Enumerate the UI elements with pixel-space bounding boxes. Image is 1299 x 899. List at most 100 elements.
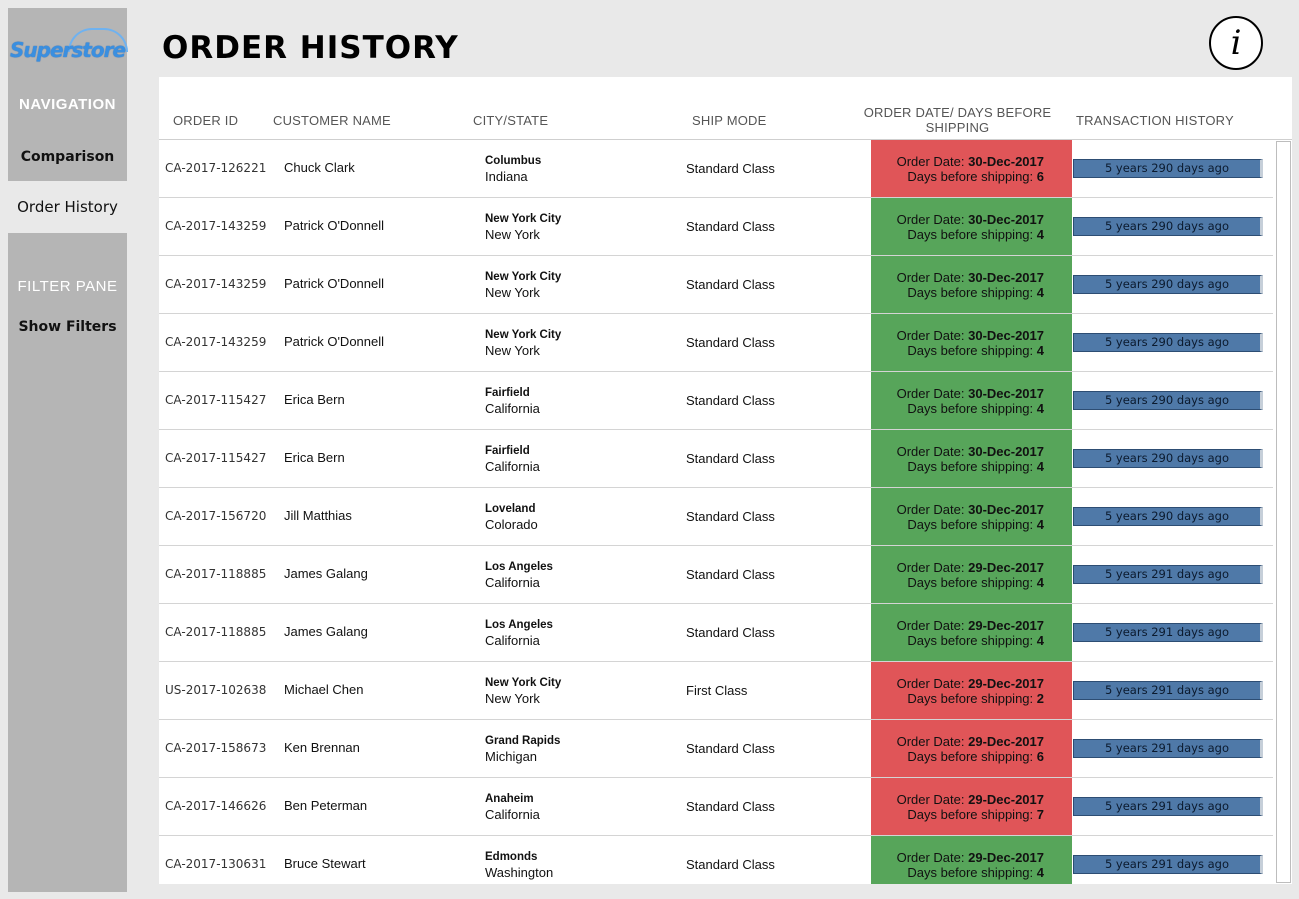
city-text: Anaheim [485,793,534,805]
city-state-cell: Edmonds Washington [485,850,553,880]
ship-mode-cell: Standard Class [686,509,775,524]
city-state-cell: Anaheim California [485,792,540,822]
customer-name-cell: Erica Bern [284,450,345,465]
ship-mode-cell: Standard Class [686,161,775,176]
days-before-shipping-label: Days before shipping: [907,459,1037,474]
order-id-cell: CA-2017-115427 [165,393,267,407]
transaction-history-bar[interactable]: 5 years 290 days ago [1073,507,1263,526]
order-id-cell: CA-2017-158673 [165,741,267,755]
days-before-shipping-value: 2 [1036,691,1044,706]
transaction-history-bar[interactable]: 5 years 290 days ago [1073,449,1263,468]
order-date-value: 30-Dec-2017 [968,270,1044,285]
table-row[interactable]: CA-2017-130631 Bruce Stewart Edmonds Washin… [159,836,1273,884]
table-row[interactable]: CA-2017-115427 Erica Bern Fairfield Califor… [159,430,1273,488]
table-row[interactable]: CA-2017-146626 Ben Peterman Anaheim Califor… [159,778,1273,836]
order-date-line: Order Date: 30-Dec-2017 [871,270,1044,285]
days-before-shipping-label: Days before shipping: [907,517,1037,532]
table-row[interactable]: CA-2017-158673 Ken Brennan Grand Rapids Mic… [159,720,1273,778]
state-text: California [485,575,540,590]
order-date-line: Order Date: 29-Dec-2017 [871,792,1044,807]
order-date-value: 30-Dec-2017 [968,444,1044,459]
column-header-customer-name: CUSTOMER NAME [273,113,391,128]
city-text: Fairfield [485,387,530,399]
table-row[interactable]: CA-2017-118885 James Galang Los Angeles Cal… [159,546,1273,604]
table-row[interactable]: CA-2017-143259 Patrick O'Donnell New York … [159,198,1273,256]
city-state-cell: Grand Rapids Michigan [485,734,560,764]
ship-mode-cell: Standard Class [686,625,775,640]
order-date-line: Order Date: 29-Dec-2017 [871,560,1044,575]
city-text: Los Angeles [485,561,553,573]
days-before-shipping-label: Days before shipping: [907,865,1037,880]
transaction-history-bar[interactable]: 5 years 290 days ago [1073,333,1263,352]
days-before-shipping-label: Days before shipping: [907,807,1037,822]
order-id-cell: CA-2017-118885 [165,625,267,639]
days-before-shipping-value: 4 [1036,401,1044,416]
customer-name-cell: Bruce Stewart [284,856,366,871]
customer-name-cell: Patrick O'Donnell [284,218,385,233]
transaction-history-bar[interactable]: 5 years 290 days ago [1073,275,1263,294]
transaction-history-bar[interactable]: 5 years 291 days ago [1073,623,1263,642]
order-date-line: Order Date: 30-Dec-2017 [871,386,1044,401]
city-text: New York City [485,271,562,283]
ship-mode-cell: Standard Class [686,567,775,582]
customer-name-cell: James Galang [284,566,368,581]
order-date-cell: Order Date: 30-Dec-2017 Days before shipp… [871,140,1072,197]
days-before-shipping-value: 4 [1036,227,1044,242]
days-before-shipping-line: Days before shipping: 4 [871,633,1044,648]
city-text: Columbus [485,155,542,167]
order-date-cell: Order Date: 30-Dec-2017 Days before shipp… [871,314,1072,371]
days-before-shipping-value: 4 [1036,865,1044,880]
ship-mode-cell: Standard Class [686,741,775,756]
order-id-cell: CA-2017-126221 [165,161,267,175]
city-text: Grand Rapids [485,735,561,747]
city-text: Los Angeles [485,619,553,631]
customer-name-cell: Chuck Clark [284,160,355,175]
order-history-link[interactable]: Order History [8,198,127,216]
table-row[interactable]: CA-2017-126221 Chuck Clark Columbus Indiana… [159,140,1273,198]
days-before-shipping-line: Days before shipping: 4 [871,575,1044,590]
superstore-logo: Superstore [9,38,126,62]
comparison-link[interactable]: Comparison [8,149,127,165]
order-date-line: Order Date: 29-Dec-2017 [871,618,1044,633]
transaction-history-bar[interactable]: 5 years 291 days ago [1073,797,1263,816]
table-row[interactable]: CA-2017-143259 Patrick O'Donnell New York … [159,314,1273,372]
customer-name-cell: Ben Peterman [284,798,368,813]
table-row[interactable]: CA-2017-143259 Patrick O'Donnell New York … [159,256,1273,314]
show-filters-link[interactable]: Show Filters [8,319,127,335]
table-row[interactable]: US-2017-102638 Michael Chen New York City N… [159,662,1273,720]
table-row[interactable]: CA-2017-156720 Jill Matthias Loveland Color… [159,488,1273,546]
transaction-history-bar[interactable]: 5 years 291 days ago [1073,739,1263,758]
days-before-shipping-label: Days before shipping: [907,401,1037,416]
table-row[interactable]: CA-2017-115427 Erica Bern Fairfield Califor… [159,372,1273,430]
ship-mode-cell: Standard Class [686,219,775,234]
order-date-cell: Order Date: 29-Dec-2017 Days before shipp… [871,604,1072,661]
info-button[interactable]: i [1209,16,1263,70]
days-before-shipping-line: Days before shipping: 6 [871,749,1044,764]
city-text: Loveland [485,503,536,515]
column-header-order-date: ORDER DATE/ DAYS BEFORE SHIPPING [859,105,1056,135]
days-before-shipping-label: Days before shipping: [907,343,1037,358]
customer-name-cell: Jill Matthias [284,508,352,523]
order-date-value: 29-Dec-2017 [968,560,1044,575]
order-history-table: ORDER ID CUSTOMER NAME CITY/STATE SHIP M… [159,77,1292,884]
column-header-order-date-line2: SHIPPING [925,120,990,135]
table-row[interactable]: CA-2017-118885 James Galang Los Angeles Cal… [159,604,1273,662]
order-date-label: Order Date: [896,850,969,865]
order-date-label: Order Date: [896,386,969,401]
transaction-history-bar[interactable]: 5 years 291 days ago [1073,565,1263,584]
state-text: California [485,807,540,822]
vertical-scrollbar[interactable] [1276,141,1291,883]
order-date-label: Order Date: [896,154,969,169]
order-date-value: 30-Dec-2017 [968,212,1044,227]
transaction-history-bar[interactable]: 5 years 290 days ago [1073,217,1263,236]
order-id-cell: CA-2017-118885 [165,567,267,581]
table-body: CA-2017-126221 Chuck Clark Columbus Indiana… [159,140,1273,884]
transaction-history-bar[interactable]: 5 years 290 days ago [1073,391,1263,410]
transaction-history-bar[interactable]: 5 years 290 days ago [1073,159,1263,178]
order-date-cell: Order Date: 30-Dec-2017 Days before shipp… [871,372,1072,429]
order-date-label: Order Date: [896,444,969,459]
transaction-history-bar[interactable]: 5 years 291 days ago [1073,681,1263,700]
customer-name-cell: Patrick O'Donnell [284,334,385,349]
city-state-cell: Fairfield California [485,386,540,416]
transaction-history-bar[interactable]: 5 years 291 days ago [1073,855,1263,874]
